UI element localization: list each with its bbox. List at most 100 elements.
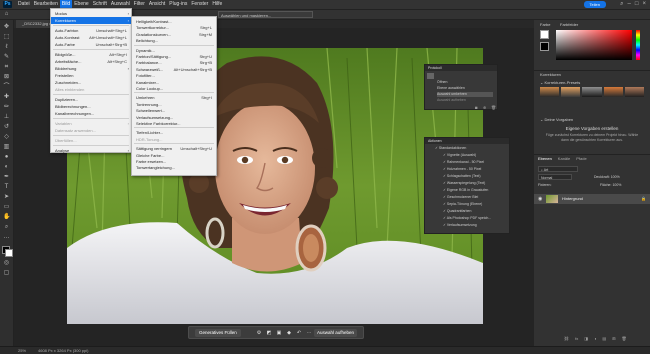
brush-tool-icon[interactable]: ✏ bbox=[3, 104, 10, 110]
preset-thumb[interactable] bbox=[540, 87, 560, 97]
trash-icon[interactable]: 🗑 bbox=[491, 105, 496, 110]
eraser-tool-icon[interactable]: ◇ bbox=[3, 134, 10, 140]
trash-icon[interactable]: 🗑 bbox=[622, 336, 627, 341]
camera-icon[interactable]: ◙ bbox=[475, 105, 477, 110]
select-and-mask-button[interactable]: Auswählen und maskieren... bbox=[218, 11, 313, 18]
preset-thumb[interactable] bbox=[561, 87, 581, 97]
more-tools-icon[interactable]: … bbox=[3, 234, 10, 240]
adjustment-menu-item[interactable]: Selektive Farbkorrektur... bbox=[132, 120, 216, 127]
layers-tab[interactable]: Pfade bbox=[576, 155, 586, 162]
action-item[interactable]: ✓ Holzrahmen - 50 Pixel bbox=[443, 167, 481, 172]
image-menu-item[interactable]: Modus › bbox=[51, 10, 131, 17]
action-item[interactable]: ✓ Geschmolzener Blei bbox=[443, 195, 478, 200]
action-item[interactable]: ✓ Quadrantfarben bbox=[443, 209, 471, 214]
maximize-icon[interactable]: □ bbox=[635, 0, 639, 9]
image-menu-item[interactable]: Auto-Farbe Umschalt+Strg+B bbox=[51, 41, 131, 48]
action-item[interactable]: ✓ Als Photoshop PDF speich... bbox=[443, 216, 491, 221]
image-menu-item[interactable]: Bildgröße... Alt+Strg+I bbox=[51, 51, 131, 58]
hand-tool-icon[interactable]: ✋ bbox=[3, 214, 10, 220]
new-layer-icon[interactable]: ⊞ bbox=[612, 336, 615, 341]
type-tool-icon[interactable]: T bbox=[3, 184, 10, 190]
invert-icon[interactable]: ▣ bbox=[275, 329, 283, 337]
image-menu-item[interactable]: Korrekturen › bbox=[51, 17, 131, 24]
menu-7[interactable]: Ansicht bbox=[147, 0, 167, 9]
mask-icon[interactable]: ◨ bbox=[584, 336, 588, 341]
generative-fill-button[interactable]: Generatives Füllen bbox=[195, 329, 241, 337]
layer-row[interactable]: ◉ Hintergrund 🔒 bbox=[534, 194, 650, 204]
pen-tool-icon[interactable]: ✒ bbox=[3, 174, 10, 180]
action-item[interactable]: ✓ Sepia-Tönung (Ebene) bbox=[443, 202, 482, 207]
history-brush-tool-icon[interactable]: ↺ bbox=[3, 124, 10, 130]
adjustment-menu-item[interactable]: HDR-Tonung... bbox=[132, 136, 216, 143]
quick-select-tool-icon[interactable]: ✎ bbox=[3, 54, 10, 60]
hue-slider[interactable] bbox=[636, 30, 640, 60]
image-menu-item[interactable]: Freistellen bbox=[51, 72, 131, 79]
image-menu-item[interactable]: Duplizieren... bbox=[51, 96, 131, 103]
home-icon[interactable]: ⌂ bbox=[3, 11, 10, 17]
fill-icon[interactable]: ◆ bbox=[285, 329, 293, 337]
folder-icon[interactable]: ▤ bbox=[602, 336, 606, 341]
swatches-tab[interactable]: Farbfelder bbox=[560, 21, 578, 28]
more-options-icon[interactable]: ⋯ bbox=[305, 329, 313, 337]
marquee-tool-icon[interactable]: ⬚ bbox=[3, 34, 10, 40]
quick-mask-icon[interactable]: ◎ bbox=[3, 260, 10, 266]
new-snapshot-icon[interactable]: ⊕ bbox=[483, 105, 486, 110]
preset-thumb[interactable] bbox=[624, 87, 645, 97]
image-menu-item[interactable]: Zuschneiden... bbox=[51, 79, 131, 86]
history-step[interactable]: Ebene auswählen bbox=[437, 86, 465, 91]
menu-9[interactable]: Fenster bbox=[189, 0, 210, 9]
menu-6[interactable]: Filter bbox=[132, 0, 147, 9]
crop-tool-icon[interactable]: ⌗ bbox=[3, 64, 10, 70]
history-step[interactable]: Öffnen bbox=[437, 80, 447, 85]
image-menu-item[interactable]: Bilddrehung › bbox=[51, 65, 131, 72]
gradient-tool-icon[interactable]: ▥ bbox=[3, 144, 10, 150]
background-swatch[interactable] bbox=[540, 42, 549, 51]
adjust-selection-icon[interactable]: ⚙ bbox=[255, 329, 263, 337]
image-menu-item[interactable]: Bildberechnungen... bbox=[51, 103, 131, 110]
layer-filter-kind[interactable]: ⌕ Art bbox=[538, 166, 578, 172]
adjustment-menu-item[interactable]: Belichtung... bbox=[132, 37, 216, 44]
preset-thumb[interactable] bbox=[582, 87, 602, 97]
foreground-swatch[interactable] bbox=[540, 30, 549, 39]
action-item[interactable]: ✓ Standardaktionen bbox=[435, 146, 466, 151]
action-item[interactable]: ✓ Vignette (Auswahl) bbox=[443, 153, 476, 158]
blend-mode-select[interactable]: Normal bbox=[538, 174, 572, 180]
close-icon[interactable]: × bbox=[642, 0, 646, 9]
layers-tab[interactable]: Kanäle bbox=[558, 155, 570, 162]
action-item[interactable]: ✓ Wasserspiegelung (Text) bbox=[443, 181, 485, 186]
screen-mode-icon[interactable]: ▢ bbox=[3, 270, 10, 276]
opacity-field[interactable]: Deckkraft: 100% bbox=[594, 174, 620, 180]
background-color-swatch[interactable] bbox=[5, 249, 13, 257]
menu-0[interactable]: Datei bbox=[16, 0, 32, 9]
adjustment-menu-item[interactable]: Color Lookup... bbox=[132, 85, 216, 92]
adjustment-icon[interactable]: ◑ bbox=[594, 336, 596, 341]
path-select-tool-icon[interactable]: ➤ bbox=[3, 194, 10, 200]
zoom-tool-icon[interactable]: ⌕ bbox=[3, 224, 10, 230]
image-menu-item[interactable]: Arbeitsfläche... Alt+Strg+C bbox=[51, 58, 131, 65]
image-menu-item[interactable]: Auto-Farbton Umschalt+Strg+L bbox=[51, 27, 131, 34]
dodge-tool-icon[interactable]: ◐ bbox=[3, 164, 10, 170]
adjustment-menu-item[interactable]: Tonwertangleichung... bbox=[132, 164, 216, 171]
image-menu-item[interactable]: Kanalberechnungen... bbox=[51, 110, 131, 117]
eyedropper-tool-icon[interactable]: ⌒ bbox=[3, 84, 10, 90]
image-menu-item[interactable]: Auto-Kontrast Alt+Umschalt+Strg+L bbox=[51, 34, 131, 41]
action-item[interactable]: ✓ Rahmenkanal - 50 Pixel bbox=[443, 160, 484, 165]
preset-thumb[interactable] bbox=[603, 87, 623, 97]
action-item[interactable]: ✓ Verlaufsumsetzung bbox=[443, 223, 477, 228]
corrections-tab[interactable]: Korrekturen bbox=[540, 71, 561, 78]
rectangle-tool-icon[interactable]: ▭ bbox=[3, 204, 10, 210]
blur-tool-icon[interactable]: ● bbox=[3, 154, 10, 160]
action-item[interactable]: ✓ Eigene RGB in Graustufen bbox=[443, 188, 488, 193]
image-menu-item[interactable]: Analyse › bbox=[51, 147, 131, 154]
frame-tool-icon[interactable]: ⊠ bbox=[3, 74, 10, 80]
eye-icon[interactable]: ◉ bbox=[538, 196, 542, 202]
link-icon[interactable]: ⛓ bbox=[564, 336, 569, 341]
lasso-tool-icon[interactable]: ℓ bbox=[3, 44, 10, 50]
undo-icon[interactable]: ↶ bbox=[295, 329, 303, 337]
history-step[interactable]: Auswahl umkehren bbox=[437, 92, 493, 97]
color-field[interactable] bbox=[556, 30, 632, 60]
color-tab[interactable]: Farbe bbox=[540, 21, 550, 28]
deselect-button[interactable]: Auswahl aufheben bbox=[313, 329, 357, 337]
healing-brush-tool-icon[interactable]: ✚ bbox=[3, 94, 10, 100]
menu-8[interactable]: Plug-ins bbox=[167, 0, 189, 9]
